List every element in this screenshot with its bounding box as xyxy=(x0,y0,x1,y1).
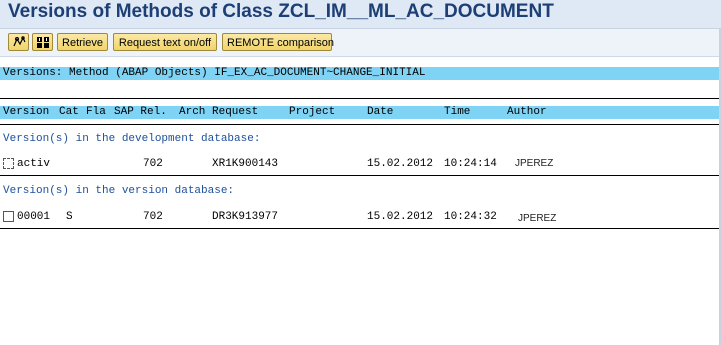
window-title: Versions of Methods of Class ZCL_IM__ML_… xyxy=(8,1,554,22)
cell-cat: S xyxy=(66,211,73,223)
col-header-cat: Cat xyxy=(59,106,79,118)
cell-time: 10:24:14 xyxy=(444,158,497,170)
col-header-project: Project xyxy=(289,106,336,118)
col-header-fla: Fla xyxy=(86,106,106,118)
cell-time: 10:24:32 xyxy=(444,211,497,223)
col-header-author: Author xyxy=(507,106,547,118)
compare-icon xyxy=(13,36,26,47)
col-header-request: Request xyxy=(212,106,259,118)
divider xyxy=(0,228,721,229)
col-header-time: Time xyxy=(444,106,471,118)
row-select-checkbox[interactable] xyxy=(3,158,14,169)
remote-comparison-button[interactable]: REMOTE comparison xyxy=(222,33,334,51)
cell-request[interactable]: XR1K900143 xyxy=(212,158,278,170)
col-header-version: Version xyxy=(3,106,50,118)
cell-version: 00001 xyxy=(17,211,51,223)
section-title-version-db: Version(s) in the version database: xyxy=(3,185,235,197)
row-select-checkbox[interactable] xyxy=(3,211,14,222)
retrieve-button[interactable]: Retrieve xyxy=(57,33,108,51)
select-all-icon xyxy=(37,37,49,48)
cell-sap-rel: 702 xyxy=(143,158,163,170)
divider xyxy=(0,124,721,125)
object-line-text: Versions: Method (ABAP Objects) IF_EX_AC… xyxy=(3,67,426,79)
select-all-button[interactable] xyxy=(32,33,53,51)
compare-button[interactable] xyxy=(8,33,29,51)
application-toolbar: Retrieve Request text on/off REMOTE comp… xyxy=(0,29,721,57)
divider xyxy=(0,98,721,99)
table-header-bar xyxy=(0,106,721,119)
cell-request[interactable]: DR3K913977 xyxy=(212,211,278,223)
col-header-arch: Arch xyxy=(179,106,206,118)
cell-date: 15.02.2012 xyxy=(367,158,434,170)
request-text-toggle-button[interactable]: Request text on/off xyxy=(113,33,217,51)
cell-version: activ xyxy=(17,158,51,170)
cell-author: JPEREZ xyxy=(515,158,554,169)
cell-sap-rel: 702 xyxy=(143,211,163,223)
cell-date: 15.02.2012 xyxy=(367,211,434,223)
col-header-date: Date xyxy=(367,106,394,118)
cell-author: JPEREZ xyxy=(518,213,557,224)
divider xyxy=(0,175,721,176)
title-bar: Versions of Methods of Class ZCL_IM__ML_… xyxy=(0,0,721,29)
section-title-development: Version(s) in the development database: xyxy=(3,133,261,145)
col-header-sap-rel: SAP Rel. xyxy=(114,106,167,118)
